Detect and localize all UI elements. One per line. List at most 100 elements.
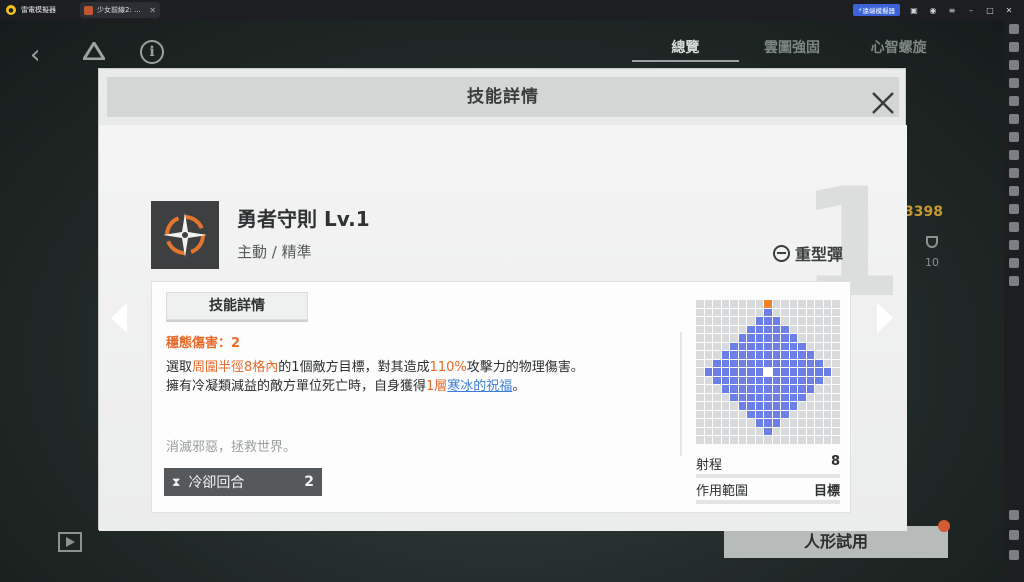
game-tab[interactable]: 少女前線2: ... ✕ [80,2,160,18]
tab-mind-spiral[interactable]: 心智螺旋 [845,34,952,62]
close-window-icon[interactable]: ✕ [1004,5,1014,15]
play-video-icon[interactable] [58,532,82,552]
range-cell [721,351,730,359]
range-cell [772,402,781,410]
volume-up-icon[interactable] [1009,60,1019,70]
video-icon[interactable] [1009,186,1019,196]
range-cell [789,393,798,402]
range-cell [747,317,755,325]
prev-skill-arrow-icon[interactable] [109,301,129,335]
range-cell [755,317,764,325]
range-cell [815,376,823,385]
sync-icon[interactable] [1009,150,1019,160]
range-cell [721,317,730,325]
location-icon[interactable] [1009,258,1019,268]
range-cell [696,393,704,402]
range-cell [789,300,798,308]
range-cell [806,436,815,444]
cooldown-value: 2 [304,474,314,490]
range-cell [806,419,815,427]
maximize-icon[interactable]: □ [985,5,995,15]
keyboard-icon[interactable] [1009,42,1019,52]
range-cell [764,300,772,308]
range-cell [781,368,789,376]
tab-overview[interactable]: 總覽 [632,34,739,62]
range-cell [713,436,721,444]
home-nav-icon[interactable] [1009,530,1019,540]
range-cell [721,410,730,419]
range-cell [798,393,806,402]
range-cell [781,419,789,427]
range-cell [781,359,789,368]
folder-icon[interactable] [1009,240,1019,250]
range-cell [772,300,781,308]
recent-nav-icon[interactable] [1009,550,1019,560]
range-cell [696,368,704,376]
close-icon[interactable] [869,89,897,117]
record-icon[interactable] [1009,114,1019,124]
range-cell [815,436,823,444]
range-cell [823,300,832,308]
scissors-icon[interactable] [1009,168,1019,178]
range-cell [823,410,832,419]
range-cell [789,368,798,376]
back-nav-icon[interactable] [1009,510,1019,520]
range-cell [789,334,798,342]
range-cell [789,342,798,351]
skill-detail-modal: 技能詳情 1 勇者守則 Lv.1 主動 / 精準 重型彈 技能詳情 穩態傷害：2… [98,68,907,531]
range-cell [696,427,704,436]
range-cell [789,325,798,334]
range-cell [704,342,713,351]
tab-skill-detail[interactable]: 技能詳情 [166,292,308,320]
info-icon[interactable]: i [140,40,164,64]
range-cell [738,359,747,368]
menu-icon[interactable]: ≡ [947,5,957,15]
tab-cloud-strengthen[interactable]: 雲圖強固 [739,34,846,62]
range-cell [730,385,738,393]
range-cell [798,334,806,342]
multi-instance-icon[interactable] [1009,222,1019,232]
range-cell [823,342,832,351]
buff-link[interactable]: 寒冰的祝福 [447,379,512,394]
account-icon[interactable]: ◉ [928,5,938,15]
range-cell [764,385,772,393]
range-cell [713,325,721,334]
range-cell [696,385,704,393]
more-icon[interactable] [1009,276,1019,286]
range-cell [806,325,815,334]
range-cell [713,342,721,351]
minimize-icon[interactable]: – [966,5,976,15]
rotate-icon[interactable] [1009,132,1019,142]
range-cell [798,402,806,410]
volume-down-icon[interactable] [1009,78,1019,88]
cooldown-bar: ⧗ 冷卻回合 2 [164,468,322,496]
count-value: 10 [925,256,939,269]
range-cell [738,325,747,334]
apk-icon[interactable] [1009,204,1019,214]
desc-highlight-range: 周圍半徑8格內 [192,360,279,375]
settings-icon[interactable] [1009,24,1019,34]
screenshot-icon[interactable] [1009,96,1019,106]
range-cell [747,376,755,385]
gift-icon[interactable]: ▣ [909,5,919,15]
range-cell [823,419,832,427]
desc-text-4: 擁有冷凝類減益的敵方單位死亡時，自身獲得 [166,379,427,394]
range-cell [747,300,755,308]
range-cell [806,368,815,376]
range-cell [815,342,823,351]
range-cell [772,385,781,393]
range-cell [747,334,755,342]
tab-close-icon[interactable]: ✕ [149,6,156,15]
remote-emulator-button[interactable]: ⚡ 遠端模擬器 [852,4,900,16]
range-cell [696,325,704,334]
range-cell [772,351,781,359]
back-arrow-icon[interactable]: ‹ [30,40,40,70]
range-cell [704,334,713,342]
emulator-window: ● 雷電模擬器 少女前線2: ... ✕ ⚡遠端模擬器 ▣ ◉ ≡ – □ ✕ [0,0,1024,582]
range-cell [730,376,738,385]
scrollbar[interactable] [680,332,682,456]
range-cell [798,385,806,393]
next-skill-arrow-icon[interactable] [875,301,895,335]
range-cell [789,419,798,427]
range-cell [696,410,704,419]
